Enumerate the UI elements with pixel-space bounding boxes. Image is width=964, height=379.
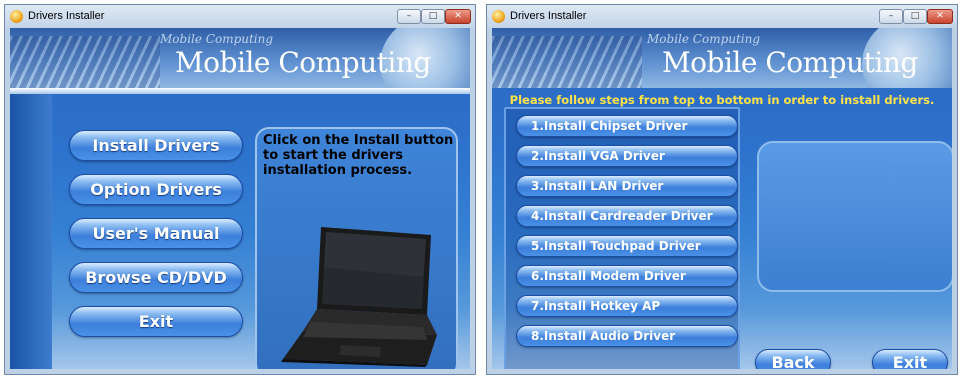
install-instruction: Click on the Install button to start the… xyxy=(263,133,454,178)
install-lan-driver-button[interactable]: 3.Install LAN Driver xyxy=(516,175,738,197)
installer-window-drivers: Drivers Installer – □ ✕ Mobile Computing… xyxy=(486,4,958,375)
install-audio-driver-button[interactable]: 8.Install Audio Driver xyxy=(516,325,738,347)
back-button[interactable]: Back xyxy=(755,349,831,369)
install-chipset-driver-button[interactable]: 1.Install Chipset Driver xyxy=(516,115,738,137)
installer-content: Mobile Computing Mobile Computing Please… xyxy=(492,28,952,369)
title-bar[interactable]: Drivers Installer – □ ✕ xyxy=(5,5,475,28)
minimize-button[interactable]: – xyxy=(397,9,421,24)
window-title: Drivers Installer xyxy=(510,10,587,22)
exit-button[interactable]: Exit xyxy=(69,306,243,337)
minimize-button[interactable]: – xyxy=(879,9,903,24)
install-vga-driver-button[interactable]: 2.Install VGA Driver xyxy=(516,145,738,167)
close-button[interactable]: ✕ xyxy=(927,9,953,24)
installer-window-main: Drivers Installer – □ ✕ Mobile Computing… xyxy=(4,4,476,375)
maximize-button[interactable]: □ xyxy=(421,9,445,24)
install-touchpad-driver-button[interactable]: 5.Install Touchpad Driver xyxy=(516,235,738,257)
building-graphic xyxy=(10,36,160,88)
info-panel: Click on the Install button to start the… xyxy=(255,127,458,369)
brand-logo-text: Mobile Computing xyxy=(175,46,431,79)
brand-small-text: Mobile Computing xyxy=(160,32,274,46)
install-cardreader-driver-button[interactable]: 4.Install Cardreader Driver xyxy=(516,205,738,227)
steps-instruction: Please follow steps from top to bottom i… xyxy=(509,93,935,107)
brand-banner: Mobile Computing Mobile Computing xyxy=(492,28,952,88)
building-graphic xyxy=(492,36,642,88)
installer-content: Mobile Computing Mobile Computing Instal… xyxy=(10,28,470,369)
exit-button[interactable]: Exit xyxy=(872,349,948,369)
users-manual-button[interactable]: User's Manual xyxy=(69,218,243,249)
app-icon xyxy=(492,10,505,23)
info-panel xyxy=(757,141,952,292)
brand-logo-text: Mobile Computing xyxy=(662,46,918,79)
app-icon xyxy=(10,10,23,23)
install-drivers-button[interactable]: Install Drivers xyxy=(69,130,243,161)
side-strip xyxy=(10,94,52,369)
brand-banner: Mobile Computing Mobile Computing xyxy=(10,28,470,88)
maximize-button[interactable]: □ xyxy=(903,9,927,24)
install-hotkey-ap-button[interactable]: 7.Install Hotkey AP xyxy=(516,295,738,317)
window-title: Drivers Installer xyxy=(28,10,105,22)
option-drivers-button[interactable]: Option Drivers xyxy=(69,174,243,205)
install-modem-driver-button[interactable]: 6.Install Modem Driver xyxy=(516,265,738,287)
brand-small-text: Mobile Computing xyxy=(647,32,761,46)
title-bar[interactable]: Drivers Installer – □ ✕ xyxy=(487,5,957,28)
laptop-illustration xyxy=(281,227,437,367)
browse-cd-dvd-button[interactable]: Browse CD/DVD xyxy=(69,262,243,293)
close-button[interactable]: ✕ xyxy=(445,9,471,24)
banner-ribbon xyxy=(10,88,470,94)
